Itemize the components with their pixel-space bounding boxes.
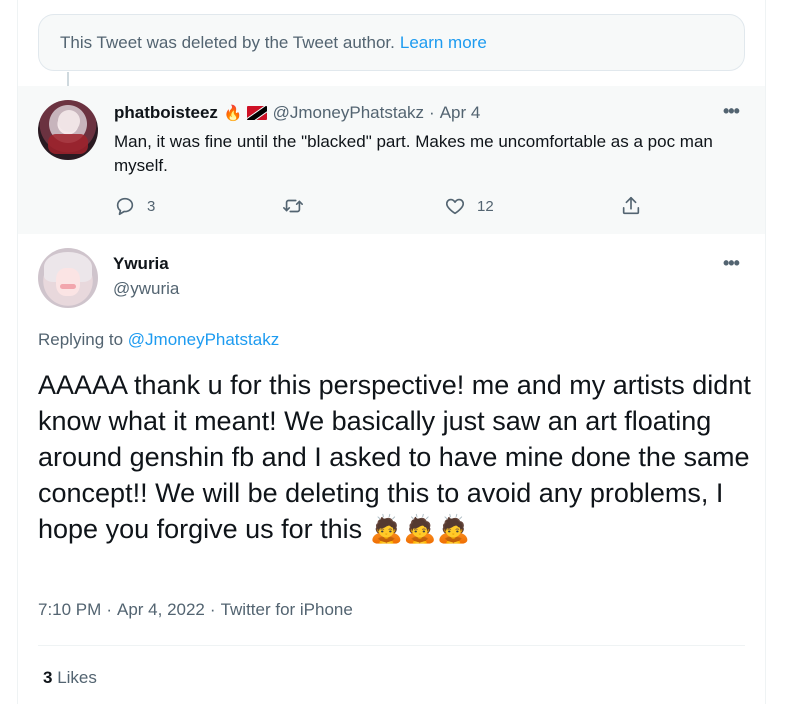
- parent-tweet-text: Man, it was fine until the "blacked" par…: [114, 132, 713, 175]
- retweet-button[interactable]: [282, 195, 315, 217]
- parent-display-name[interactable]: phatboisteez: [114, 103, 218, 123]
- like-button[interactable]: 12: [444, 195, 494, 217]
- like-count: 12: [477, 197, 494, 215]
- main-handle[interactable]: @ywuria: [113, 279, 179, 299]
- main-display-name[interactable]: Ywuria: [113, 254, 169, 274]
- parent-handle[interactable]: @JmoneyPhatstakz: [273, 103, 424, 123]
- main-avatar[interactable]: [38, 248, 98, 308]
- reply-count: 3: [147, 197, 156, 215]
- meta-separator: ·: [209, 600, 216, 619]
- deleted-notice-text: This Tweet was deleted by the Tweet auth…: [60, 32, 395, 52]
- parent-timestamp[interactable]: Apr 4: [440, 103, 481, 123]
- parent-tweet[interactable]: phatboisteez 🔥 @JmoneyPhatstakz · Apr 4 …: [18, 86, 765, 234]
- likes-count: 3: [43, 668, 53, 687]
- header-separator: ·: [429, 103, 435, 122]
- avatar-face: [56, 268, 80, 296]
- learn-more-link[interactable]: Learn more: [400, 33, 487, 53]
- heart-icon: [446, 198, 464, 215]
- reply-button[interactable]: 3: [114, 195, 155, 217]
- thread-connector-line: [67, 72, 69, 86]
- more-options-icon[interactable]: •••: [723, 102, 740, 120]
- likes-link[interactable]: 3 Likes: [43, 668, 97, 688]
- parent-avatar[interactable]: [38, 100, 98, 160]
- reply-icon: [116, 197, 134, 216]
- main-tweet-text: AAAAA thank u for this perspective! me a…: [38, 370, 751, 544]
- replying-prefix: Replying to: [38, 330, 128, 349]
- avatar-face: [58, 110, 80, 132]
- tweet-time[interactable]: 7:10 PM: [38, 600, 101, 619]
- tweet-date[interactable]: Apr 4, 2022: [117, 600, 205, 619]
- fire-emoji: 🔥: [223, 105, 243, 122]
- parent-tweet-header: phatboisteez 🔥 @JmoneyPhatstakz · Apr 4: [114, 103, 480, 123]
- retweet-icon: [283, 199, 303, 213]
- tweet-metadata: 7:10 PM · Apr 4, 2022 · Twitter for iPhone: [38, 600, 353, 620]
- avatar-garment: [48, 134, 88, 154]
- tweet-source[interactable]: Twitter for iPhone: [221, 600, 353, 619]
- replying-to: Replying to @JmoneyPhatstakz: [38, 330, 279, 350]
- avatar-blush: [60, 284, 76, 289]
- meta-separator: ·: [106, 600, 112, 619]
- deleted-tweet-notice: This Tweet was deleted by the Tweet auth…: [38, 14, 745, 71]
- trinidad-tobago-flag-icon: [246, 106, 267, 120]
- more-options-icon[interactable]: •••: [723, 254, 740, 272]
- frame-right-border: [765, 0, 766, 704]
- share-button[interactable]: [620, 195, 642, 217]
- likes-label: Likes: [57, 668, 97, 687]
- divider: [38, 645, 745, 646]
- replying-handle-link[interactable]: @JmoneyPhatstakz: [128, 330, 279, 349]
- parent-tweet-actions: 3 12: [114, 195, 654, 221]
- share-icon: [622, 196, 640, 215]
